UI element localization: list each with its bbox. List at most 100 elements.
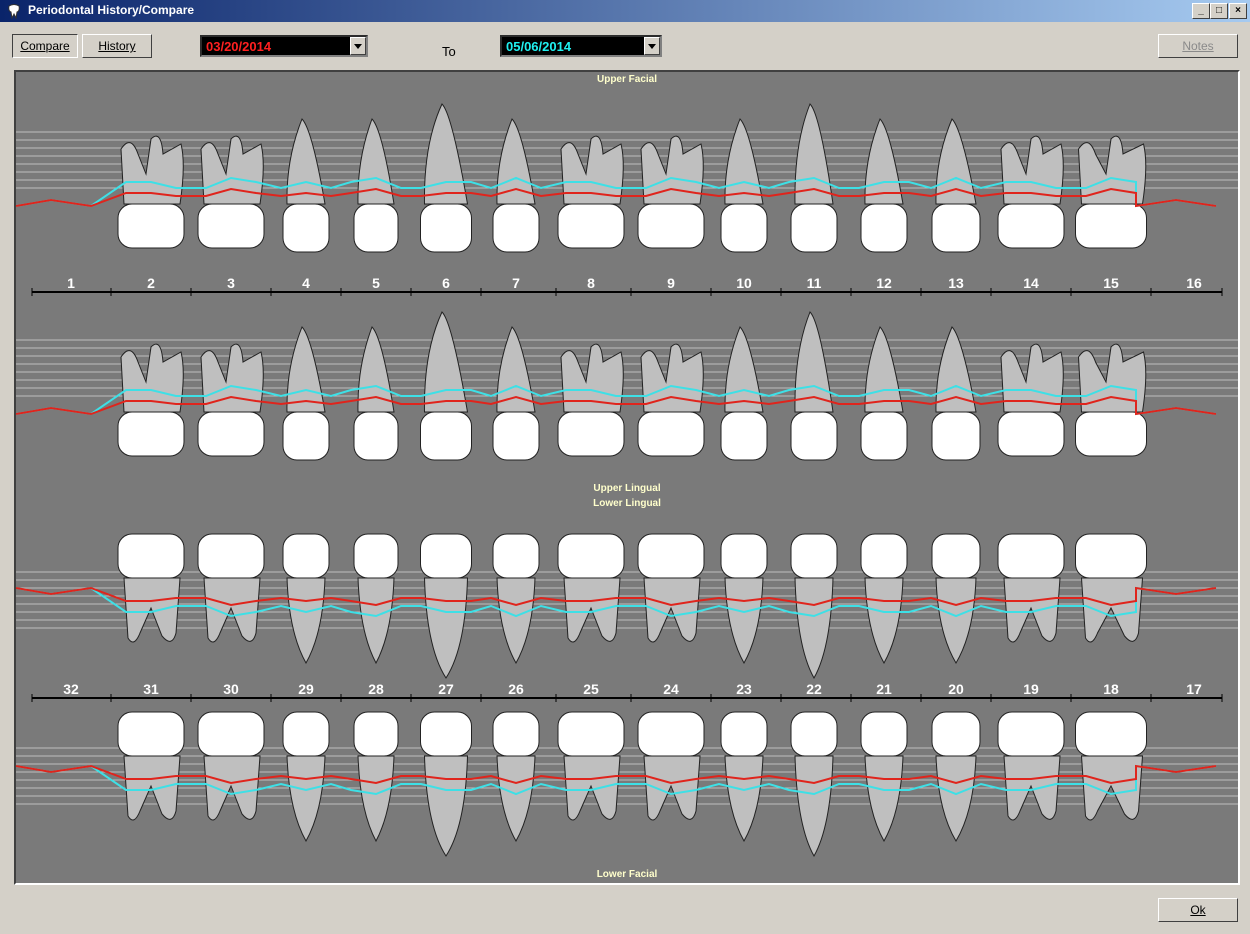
tooth-crown <box>197 711 265 757</box>
tooth-crown <box>720 711 768 757</box>
tooth-root <box>794 755 834 858</box>
perio-chart: Upper Facial Upper Lingual Lower Lingual… <box>14 70 1240 885</box>
tooth-number: 12 <box>876 275 892 291</box>
tooth-number: 23 <box>736 681 752 697</box>
tooth-root <box>203 577 261 643</box>
tooth-crown <box>860 533 908 579</box>
close-button[interactable]: × <box>1229 3 1247 19</box>
tooth-root <box>1080 755 1144 821</box>
tooth-crown <box>353 411 399 461</box>
tooth-number: 26 <box>508 681 524 697</box>
tooth-number: 31 <box>143 681 159 697</box>
tooth-number: 5 <box>372 275 380 291</box>
tooth-number: 10 <box>736 275 752 291</box>
tooth-root <box>357 577 395 665</box>
tooth-root <box>423 103 469 205</box>
tooth-crown <box>637 711 705 757</box>
tooth-crown <box>117 411 185 457</box>
tooth-number: 24 <box>663 681 679 697</box>
tooth-root <box>286 577 326 665</box>
maximize-button[interactable]: □ <box>1210 3 1228 19</box>
tooth-number: 20 <box>948 681 964 697</box>
from-date-select[interactable]: 03/20/2014 <box>200 35 368 57</box>
tooth-crown <box>197 533 265 579</box>
tooth-number: 32 <box>63 681 79 697</box>
tooth-crown <box>637 203 705 249</box>
tooth-number: 11 <box>807 275 822 291</box>
tooth-crown <box>197 203 265 249</box>
tooth-crown <box>420 203 472 253</box>
tooth-crown <box>353 533 399 579</box>
tooth-crown <box>282 711 330 757</box>
tooth-crown <box>117 533 185 579</box>
tooth-number: 25 <box>583 681 599 697</box>
tooth-crown <box>492 533 540 579</box>
minimize-button[interactable]: _ <box>1192 3 1210 19</box>
to-date-value: 05/06/2014 <box>506 39 572 54</box>
tooth-number: 13 <box>948 275 964 291</box>
tooth-number: 7 <box>512 275 520 291</box>
tooth-crown <box>637 533 705 579</box>
tooth-crown <box>931 711 981 757</box>
tooth-crown <box>1075 411 1147 457</box>
tooth-app-icon <box>8 4 20 19</box>
ok-button[interactable]: Ok <box>1158 898 1238 922</box>
to-date-dropdown-icon[interactable] <box>644 37 660 55</box>
tooth-number: 8 <box>587 275 595 291</box>
tooth-number: 9 <box>667 275 675 291</box>
notes-button[interactable]: Notes <box>1158 34 1238 58</box>
tooth-root <box>935 577 977 664</box>
tooth-crown <box>282 411 330 461</box>
tooth-number: 22 <box>806 681 822 697</box>
tooth-crown <box>790 533 838 579</box>
tooth-root <box>357 755 395 843</box>
tooth-root <box>724 755 764 843</box>
tooth-crown <box>420 411 472 461</box>
tooth-crown <box>860 711 908 757</box>
tooth-root <box>286 755 326 843</box>
tooth-crown <box>931 533 981 579</box>
tooth-crown <box>720 533 768 579</box>
tooth-crown <box>117 203 185 249</box>
tooth-root <box>563 577 621 643</box>
tooth-root <box>864 755 904 843</box>
tooth-crown <box>1075 203 1147 249</box>
tooth-crown <box>420 711 472 757</box>
tooth-root <box>563 755 621 821</box>
tooth-crown <box>353 203 399 253</box>
tooth-crown <box>557 711 625 757</box>
tooth-crown <box>282 533 330 579</box>
tooth-crown <box>282 203 330 253</box>
tooth-number: 28 <box>368 681 384 697</box>
tooth-crown <box>931 203 981 253</box>
tooth-root <box>1080 577 1144 643</box>
tooth-crown <box>720 203 768 253</box>
tooth-number: 14 <box>1023 275 1039 291</box>
tooth-crown <box>1075 533 1147 579</box>
tooth-number: 21 <box>876 681 892 697</box>
ok-label: Ok <box>1190 903 1206 917</box>
compare-tab-button[interactable]: Compare <box>12 34 78 58</box>
tooth-number: 17 <box>1186 681 1202 697</box>
title-bar: Periodontal History/Compare _ □ × <box>0 0 1250 22</box>
tooth-crown <box>492 411 540 461</box>
tooth-crown <box>720 411 768 461</box>
tooth-root <box>864 577 904 665</box>
tooth-crown <box>557 411 625 457</box>
tooth-root <box>935 755 977 842</box>
tooth-crown <box>997 203 1065 249</box>
history-tab-button[interactable]: History <box>82 34 152 58</box>
tooth-crown <box>117 711 185 757</box>
tooth-crown <box>197 411 265 457</box>
from-date-dropdown-icon[interactable] <box>350 37 366 55</box>
tooth-crown <box>790 411 838 461</box>
tooth-root <box>123 755 181 821</box>
tooth-crown <box>931 411 981 461</box>
tooth-root <box>123 577 181 643</box>
tooth-crown <box>420 533 472 579</box>
history-label: History <box>98 39 136 53</box>
tooth-root <box>496 755 536 843</box>
tooth-crown <box>557 533 625 579</box>
to-date-select[interactable]: 05/06/2014 <box>500 35 662 57</box>
tooth-number: 18 <box>1103 681 1119 697</box>
